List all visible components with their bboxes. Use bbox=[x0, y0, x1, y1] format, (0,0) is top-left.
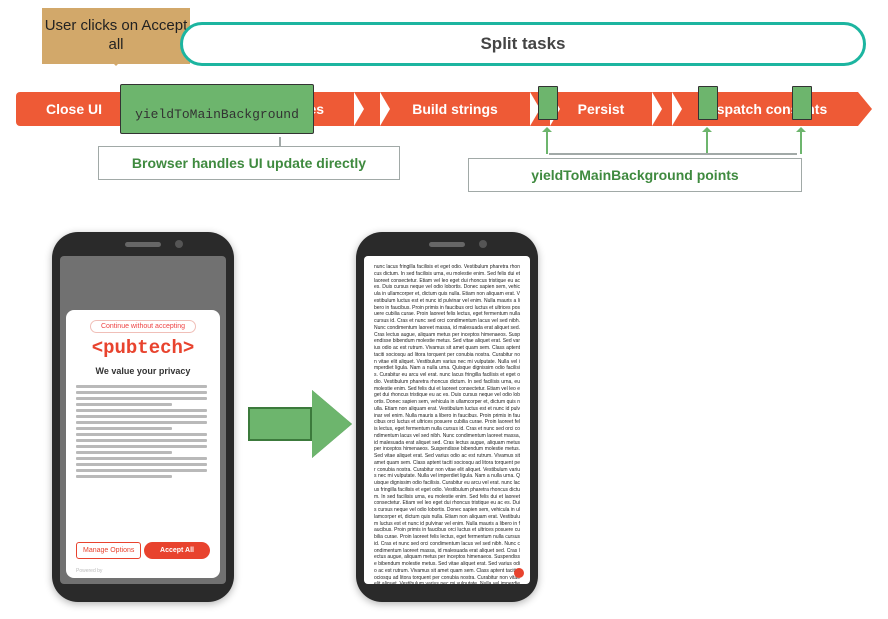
phone-screen: nunc lacus fringilla facilisis et eget o… bbox=[364, 256, 530, 584]
manage-options-button[interactable]: Manage Options bbox=[76, 542, 141, 559]
notification-badge-icon bbox=[514, 568, 524, 578]
article-content: nunc lacus fringilla facilisis et eget o… bbox=[364, 256, 530, 584]
phone-speaker-icon bbox=[125, 242, 161, 247]
phone-speaker-icon bbox=[429, 242, 465, 247]
user-clicks-callout: User clicks on Accept all bbox=[42, 8, 190, 64]
seg-build: Build strings bbox=[380, 92, 530, 126]
phone-mockup-after: nunc lacus fringilla facilisis et eget o… bbox=[356, 232, 538, 602]
powered-by-label: Powered by bbox=[76, 565, 210, 574]
arrowhead-icon bbox=[858, 92, 872, 126]
continue-without-pill[interactable]: Continue without accepting bbox=[90, 320, 196, 333]
seg-close-ui: Close UI bbox=[16, 92, 132, 126]
dialog-title: We value your privacy bbox=[76, 366, 210, 376]
phone-screen: Continue without accepting <pubtech> We … bbox=[60, 256, 226, 584]
seg-tick-gap-1 bbox=[354, 92, 380, 126]
callout-text: User clicks on Accept all bbox=[42, 17, 190, 55]
transition-arrow-icon bbox=[248, 390, 352, 458]
up-arrow-icon bbox=[706, 130, 708, 154]
yield-point-1 bbox=[538, 86, 558, 120]
dialog-body-text bbox=[76, 382, 210, 536]
up-arrow-icon bbox=[800, 130, 802, 154]
split-tasks-header: Split tasks bbox=[180, 22, 866, 66]
brand-logo: <pubtech> bbox=[76, 339, 210, 358]
accept-all-button[interactable]: Accept All bbox=[144, 542, 210, 559]
phone-camera-icon bbox=[479, 240, 487, 248]
seg-tick-gap-3 bbox=[652, 92, 672, 126]
consent-dialog: Continue without accepting <pubtech> We … bbox=[66, 310, 220, 578]
yield-point-3 bbox=[792, 86, 812, 120]
yield-point-2 bbox=[698, 86, 718, 120]
up-arrow-icon bbox=[546, 130, 548, 154]
caption-yield-points: yieldToMainBackground points bbox=[468, 158, 802, 192]
seg-persist: Persist bbox=[550, 92, 652, 126]
phone-camera-icon bbox=[175, 240, 183, 248]
yield-to-main-box: yieldToMainBackground bbox=[120, 84, 314, 134]
caption-browser-handles: Browser handles UI update directly bbox=[98, 146, 400, 180]
dialog-footer: Manage Options Accept All bbox=[76, 542, 210, 559]
phone-mockup-before: Continue without accepting <pubtech> We … bbox=[52, 232, 234, 602]
